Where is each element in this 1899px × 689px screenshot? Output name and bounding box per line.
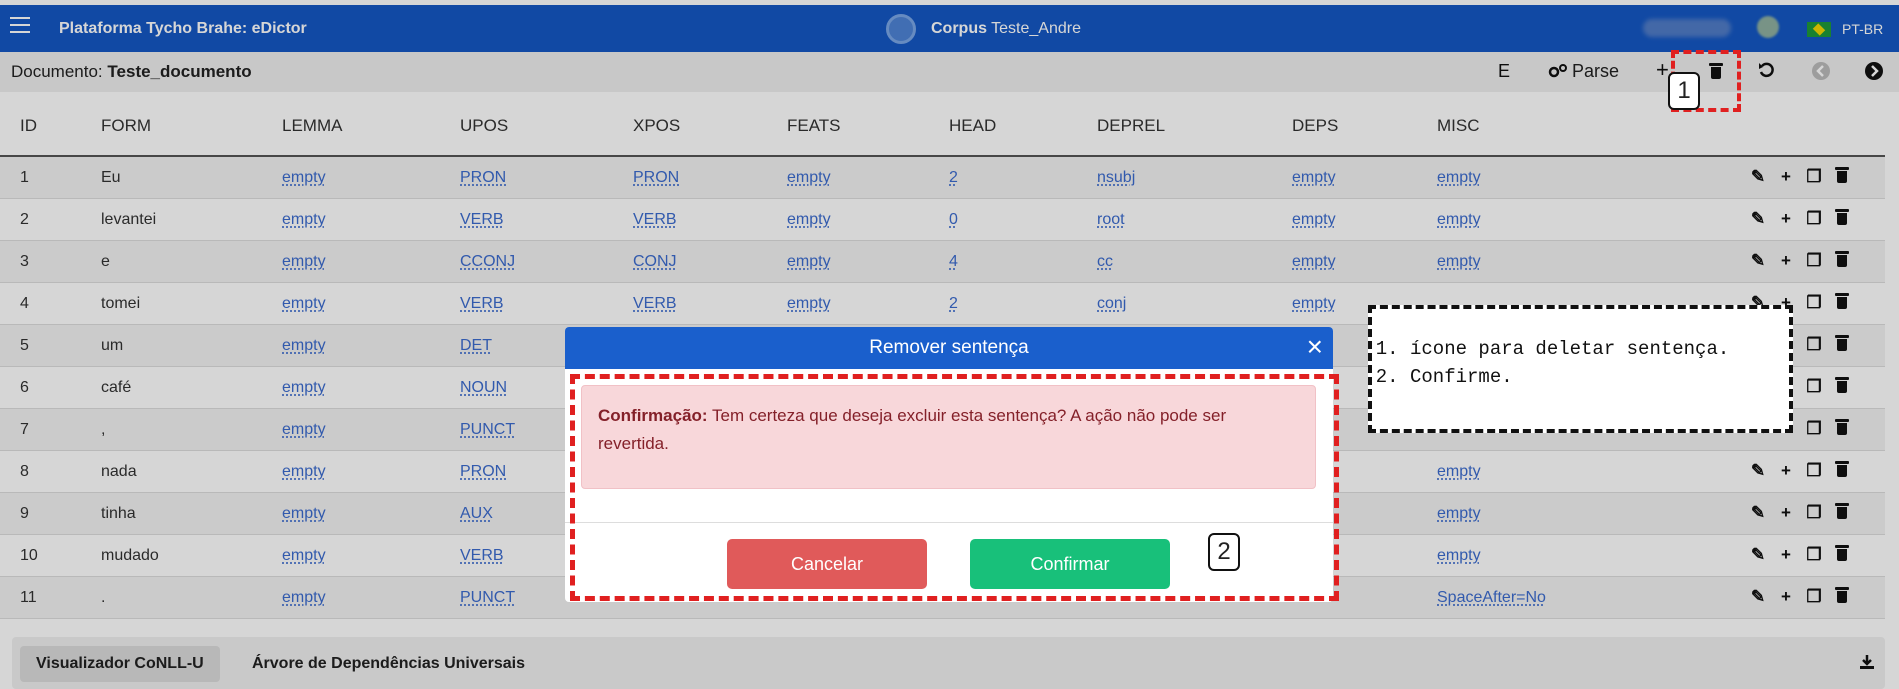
- note-item-2: Confirme.: [1410, 363, 1777, 391]
- annotation-note: ícone para deletar sentença. Confirme.: [1368, 305, 1793, 433]
- close-icon[interactable]: ×: [1307, 333, 1323, 361]
- note-item-1: ícone para deletar sentença.: [1410, 335, 1777, 363]
- annotation-badge-1: 1: [1668, 72, 1700, 110]
- modal-title: Remover sentença: [869, 337, 1029, 358]
- modal-header: Remover sentença ×: [565, 327, 1333, 369]
- annotation-badge-2: 2: [1208, 533, 1240, 571]
